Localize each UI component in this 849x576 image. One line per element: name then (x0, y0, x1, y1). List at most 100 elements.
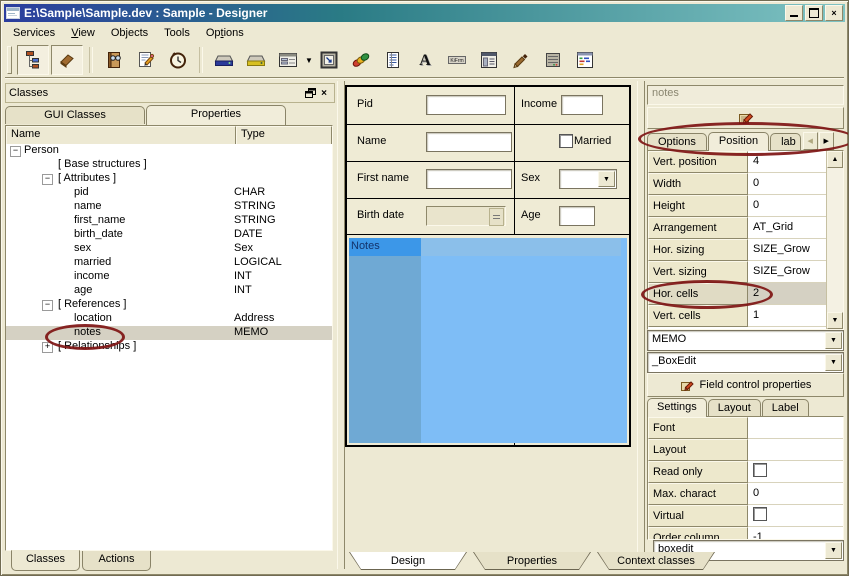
property-value[interactable]: -1 (748, 527, 843, 540)
tree-item-relationships[interactable]: +[ Relationships ] (6, 340, 332, 354)
sex-dropdown[interactable]: ▼ (559, 169, 617, 189)
property-row-read-only[interactable]: Read only (648, 461, 843, 483)
tree-item-married[interactable]: marriedLOGICAL (6, 256, 332, 270)
tree-item-birth-date[interactable]: birth_dateDATE (6, 228, 332, 242)
collapse-icon[interactable]: − (10, 146, 21, 157)
font-button[interactable]: AA (410, 46, 440, 74)
property-value[interactable]: 4 (748, 151, 827, 173)
property-row-hor-cells[interactable]: Hor. cells2 (648, 283, 843, 305)
property-row-height[interactable]: Height0 (648, 195, 843, 217)
age-input[interactable] (559, 206, 595, 226)
column-header-name[interactable]: Name (6, 126, 236, 146)
edit-field-button[interactable] (647, 107, 844, 129)
tab-lab[interactable]: lab (770, 133, 801, 150)
field-type-dropdown[interactable]: MEMO ▼ (647, 330, 844, 351)
property-value[interactable]: 0 (748, 195, 827, 217)
edit-document-button[interactable] (131, 46, 161, 74)
property-row-order-column[interactable]: Order column-1 (648, 527, 843, 540)
tree-item-notes[interactable]: notesMEMO (6, 326, 332, 340)
property-value[interactable]: SIZE_Grow (748, 239, 827, 261)
property-value[interactable] (748, 461, 843, 483)
toolbar-gripper[interactable] (7, 46, 12, 74)
pid-input[interactable] (426, 95, 506, 115)
tab-settings[interactable]: Settings (647, 398, 707, 417)
checkbox-read-only[interactable] (753, 463, 767, 477)
property-grid-scrollbar[interactable]: ▲ ▼ (826, 151, 843, 329)
birth-date-input[interactable] (426, 206, 506, 226)
tab-properties[interactable]: Properties (146, 105, 286, 125)
float-panel-icon[interactable] (303, 87, 317, 100)
income-input[interactable] (561, 95, 603, 115)
married-checkbox[interactable] (559, 134, 573, 148)
tab-gui-classes[interactable]: GUI Classes (5, 106, 145, 124)
tree-item-references[interactable]: −[ References ] (6, 298, 332, 312)
tree-item-base-structures[interactable]: [ Base structures ] (6, 158, 332, 172)
property-row-hor-sizing[interactable]: Hor. sizingSIZE_Grow (648, 239, 843, 261)
notes-memo-field-selected[interactable]: Notes (349, 238, 627, 443)
server-button[interactable] (538, 46, 568, 74)
tree-item-person[interactable]: −Person (6, 144, 332, 158)
brush-button[interactable] (506, 46, 536, 74)
tree-item-location[interactable]: locationAddress (6, 312, 332, 326)
collapse-icon[interactable]: − (42, 300, 53, 311)
property-value[interactable]: 1 (748, 305, 827, 327)
tab-options[interactable]: Options (647, 133, 707, 150)
property-value[interactable]: 0 (748, 173, 827, 195)
window-script-button[interactable] (570, 46, 600, 74)
menu-item-view[interactable]: View (63, 25, 103, 41)
menu-item-services[interactable]: Services (5, 25, 63, 41)
first-name-input[interactable] (426, 169, 512, 189)
form-design-canvas[interactable]: Pid Income Name Married First name Sex ▼… (345, 85, 631, 447)
tab-scroll-right-icon[interactable]: ▶ (819, 132, 834, 150)
tree-item-sex[interactable]: sexSex (6, 242, 332, 256)
property-value[interactable] (748, 439, 843, 461)
tab-label[interactable]: Label (762, 399, 809, 416)
property-row-vert-position[interactable]: Vert. position4 (648, 151, 843, 173)
field-control-properties-button[interactable]: Field control properties (647, 373, 844, 397)
bottom-tab-classes[interactable]: Classes (11, 550, 80, 571)
close-button[interactable]: × (825, 5, 843, 21)
scroll-up-icon[interactable]: ▲ (827, 151, 843, 168)
menu-item-options[interactable]: Options (198, 25, 252, 41)
tab-layout[interactable]: Layout (708, 399, 761, 416)
view-tab-properties[interactable]: Properties (473, 552, 591, 570)
tree-item-pid[interactable]: pidCHAR (6, 186, 332, 200)
name-input[interactable] (426, 132, 512, 152)
birth-date-picker-button[interactable] (489, 208, 504, 226)
property-value[interactable]: 2 (748, 283, 827, 305)
collapse-icon[interactable]: − (42, 174, 53, 185)
image-frame-button[interactable] (314, 46, 344, 74)
close-panel-icon[interactable]: × (317, 87, 331, 100)
property-row-vert-sizing[interactable]: Vert. sizingSIZE_Grow (648, 261, 843, 283)
property-row-max-charact[interactable]: Max. charact0 (648, 483, 843, 505)
window-list-button[interactable] (474, 46, 504, 74)
property-value[interactable] (748, 417, 843, 439)
paint-tools-button[interactable] (346, 46, 376, 74)
report-list-button[interactable] (378, 46, 408, 74)
column-header-type[interactable]: Type (236, 126, 332, 146)
tab-position[interactable]: Position (708, 132, 769, 151)
clock-button[interactable] (163, 46, 193, 74)
view-tab-context-classes[interactable]: Context classes (597, 552, 715, 570)
toolbar-dropdown-arrow-icon[interactable]: ▼ (305, 56, 313, 65)
property-row-virtual[interactable]: Virtual (648, 505, 843, 527)
property-value[interactable] (748, 505, 843, 527)
maximize-button[interactable] (805, 5, 823, 21)
hierarchy-tree-button[interactable] (17, 45, 49, 75)
eraser-button[interactable] (51, 45, 83, 75)
minimize-button[interactable] (785, 5, 803, 21)
property-row-vert-cells[interactable]: Vert. cells1 (648, 305, 843, 327)
view-tab-design[interactable]: Design (349, 552, 467, 570)
checkbox-virtual[interactable] (753, 507, 767, 521)
right-splitter[interactable] (637, 81, 645, 569)
tree-item-income[interactable]: incomeINT (6, 270, 332, 284)
property-row-layout[interactable]: Layout (648, 439, 843, 461)
property-row-width[interactable]: Width0 (648, 173, 843, 195)
tree-item-age[interactable]: ageINT (6, 284, 332, 298)
tree-item-attributes[interactable]: −[ Attributes ] (6, 172, 332, 186)
form-window-button[interactable] (273, 46, 303, 74)
dropdown-arrow-icon[interactable]: ▼ (825, 354, 842, 371)
dropdown-arrow-icon[interactable]: ▼ (598, 171, 615, 187)
bottom-tab-actions[interactable]: Actions (82, 551, 151, 571)
dropdown-arrow-icon[interactable]: ▼ (825, 332, 842, 349)
